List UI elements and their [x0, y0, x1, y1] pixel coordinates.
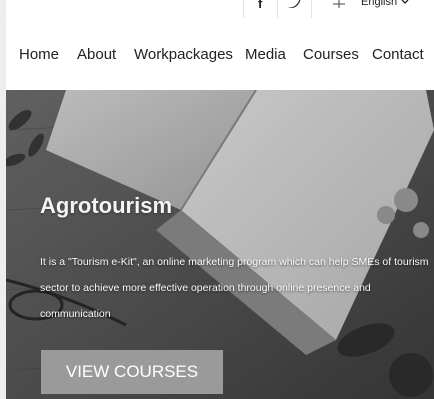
- main-navigation: Home About Workpackages Media Courses Co…: [6, 18, 434, 90]
- nav-item-about[interactable]: About: [77, 46, 116, 63]
- globe-icon: [333, 0, 345, 8]
- language-label: English: [361, 0, 398, 8]
- view-courses-button[interactable]: VIEW COURSES: [41, 350, 223, 394]
- twitter-icon[interactable]: [288, 0, 301, 12]
- top-utility-bar: f English: [6, 0, 434, 19]
- nav-item-media[interactable]: Media: [245, 46, 286, 63]
- divider: [311, 0, 312, 18]
- page-frame: f English Home About Workpackages Media …: [6, 0, 434, 399]
- chevron-down-icon: [401, 0, 409, 4]
- hero-banner: Agrotourism It is a "Tourism e-Kit", an …: [6, 90, 434, 399]
- hero-title: Agrotourism: [40, 193, 172, 218]
- nav-item-contact[interactable]: Contact: [372, 46, 424, 63]
- language-selector[interactable]: English: [361, 0, 409, 8]
- divider: [243, 0, 244, 18]
- nav-item-courses[interactable]: Courses: [303, 46, 359, 63]
- divider: [277, 0, 278, 18]
- hero-description: It is a "Tourism e-Kit", an online marke…: [40, 256, 429, 320]
- nav-item-home[interactable]: Home: [19, 46, 59, 63]
- facebook-icon[interactable]: f: [258, 0, 262, 11]
- nav-item-workpackages[interactable]: Workpackages: [134, 46, 233, 63]
